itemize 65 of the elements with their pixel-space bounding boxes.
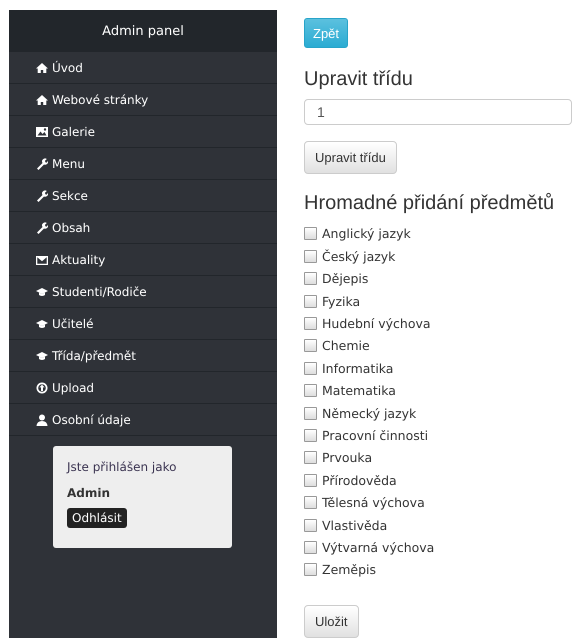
- checkbox[interactable]: [304, 384, 317, 398]
- checkbox-label: Chemie: [322, 338, 370, 354]
- menu-item[interactable]: Studenti/Rodiče: [9, 276, 277, 308]
- checkbox-label: Informatika: [322, 360, 394, 376]
- menu-item[interactable]: Třída/předmět: [9, 340, 277, 372]
- checkbox-label: Prvouka: [322, 450, 372, 466]
- sidebar-title: Admin panel: [102, 24, 184, 38]
- edit-class-button[interactable]: Upravit třídu: [304, 140, 397, 174]
- menu-item[interactable]: Úvod: [9, 52, 277, 84]
- checkbox-label: Matematika: [322, 383, 396, 398]
- person-icon: [36, 414, 48, 426]
- checkbox[interactable]: [304, 406, 317, 420]
- wrench-icon: [36, 158, 48, 170]
- checkbox[interactable]: [304, 518, 317, 532]
- checkbox-label: Fyzika: [322, 294, 360, 309]
- menu-item[interactable]: Menu: [9, 148, 277, 180]
- checkbox[interactable]: [304, 563, 317, 576]
- menu-item[interactable]: Osobní údaje: [9, 404, 277, 436]
- checkbox[interactable]: [304, 294, 317, 308]
- logout-button[interactable]: Odhlásit: [67, 508, 127, 528]
- user-name: Admin: [67, 486, 112, 500]
- menu-item[interactable]: Učitelé: [9, 308, 277, 340]
- section-heading: Hromadné přidání předmětů: [304, 192, 554, 215]
- menu-item[interactable]: Obsah: [9, 212, 277, 244]
- menu-item[interactable]: Upload: [9, 372, 277, 404]
- house-icon: [36, 94, 48, 106]
- checkbox[interactable]: [304, 428, 317, 442]
- checkbox-label: Zeměpis: [322, 562, 376, 578]
- checkbox[interactable]: [304, 317, 317, 330]
- checkbox[interactable]: [304, 227, 317, 240]
- checkbox[interactable]: [304, 540, 317, 554]
- house-icon: [36, 62, 48, 74]
- checkbox[interactable]: [304, 250, 317, 263]
- checkbox-label: Český jazyk: [322, 248, 396, 264]
- envelope-icon: [36, 254, 48, 266]
- checkbox-label: Anglický jazyk: [322, 226, 411, 242]
- wrench-icon: [36, 190, 48, 202]
- checkbox[interactable]: [304, 451, 317, 464]
- checkbox[interactable]: [304, 474, 317, 487]
- picture-icon: [36, 126, 48, 138]
- wrench-icon: [36, 222, 48, 234]
- checkbox-label: Dějepis: [322, 271, 368, 286]
- menu-item[interactable]: Webové stránky: [9, 84, 277, 116]
- class-input-field[interactable]: 1: [304, 99, 572, 125]
- checkbox-label: Německý jazyk: [322, 406, 416, 421]
- checkbox-label: Hudební výchova: [322, 316, 431, 331]
- checkbox[interactable]: [304, 362, 317, 375]
- checkbox[interactable]: [304, 496, 317, 510]
- login-text: Jste přihlášen jako: [67, 460, 178, 474]
- checkbox[interactable]: [304, 339, 317, 352]
- checkbox-label: Tělesná výchova: [322, 495, 425, 510]
- graduation-cap-icon: [36, 350, 48, 362]
- upload-icon: [36, 382, 48, 394]
- checkbox[interactable]: [304, 272, 317, 286]
- checkbox-label: Pracovní činnosti: [322, 428, 428, 443]
- save-button[interactable]: Uložit: [304, 605, 359, 638]
- checkbox-label: Vlastivěda: [322, 518, 388, 533]
- checkbox-label: Přírodověda: [322, 472, 397, 488]
- section-heading: Upravit třídu: [304, 68, 413, 91]
- menu-item[interactable]: Sekce: [9, 180, 277, 212]
- menu-item[interactable]: Aktuality: [9, 244, 277, 276]
- menu-item[interactable]: Galerie: [9, 116, 277, 148]
- graduation-cap-icon: [36, 318, 48, 330]
- checkbox-label: Výtvarná výchova: [322, 540, 434, 555]
- graduation-cap-icon: [36, 286, 48, 298]
